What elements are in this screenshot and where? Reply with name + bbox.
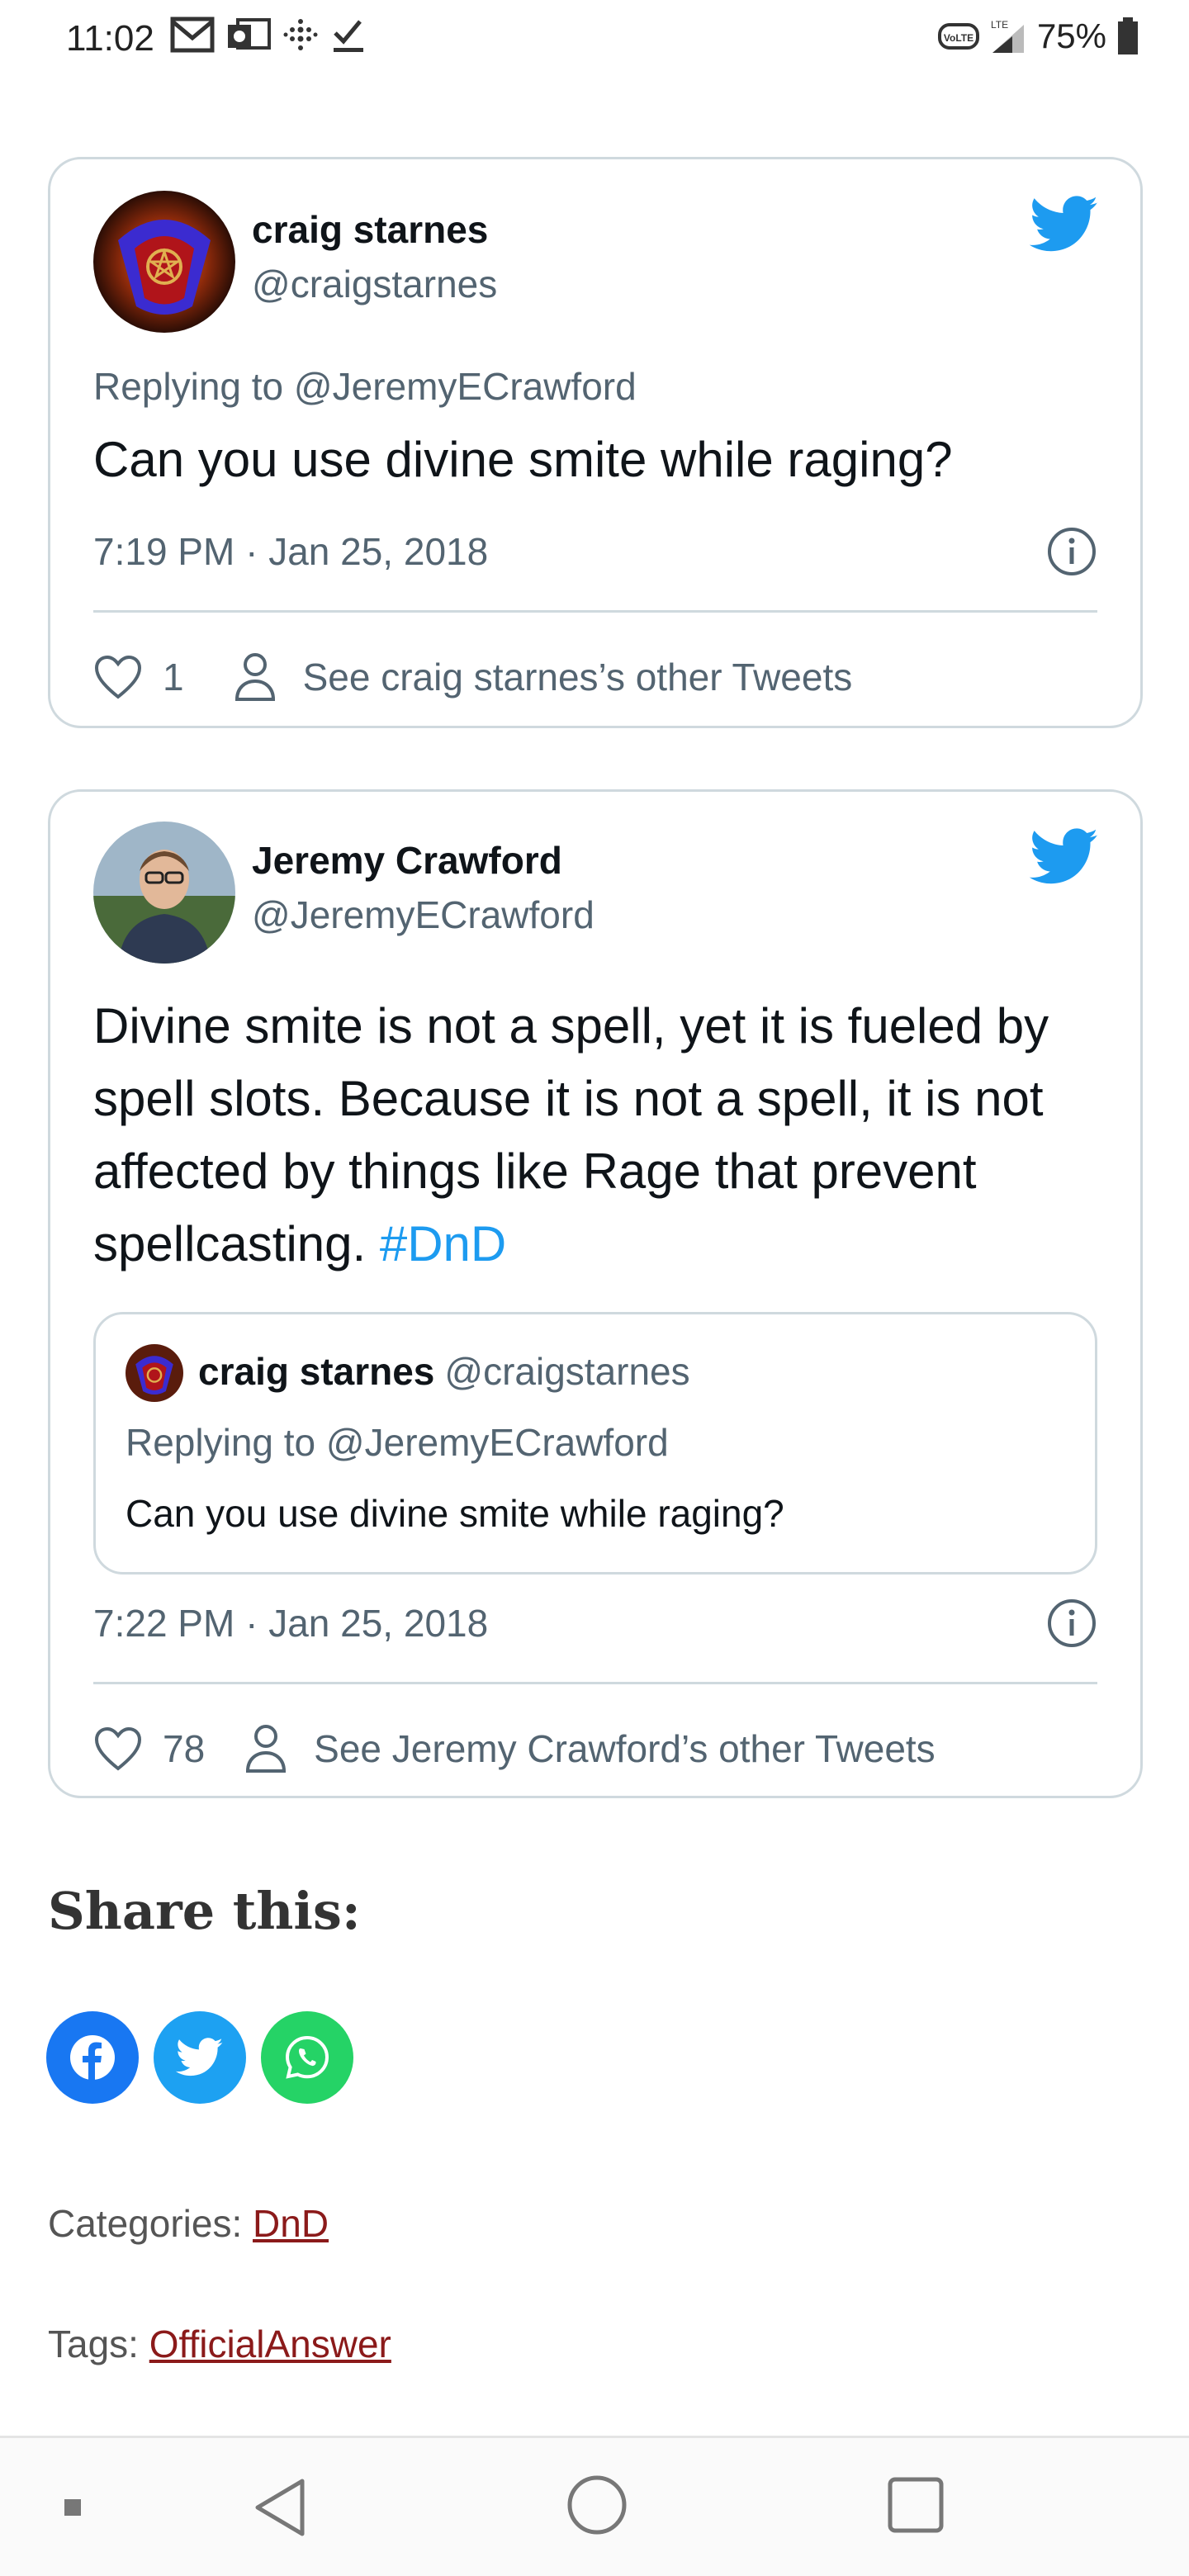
share-title: Share this:	[48, 1881, 361, 1941]
svg-text:VoLTE: VoLTE	[944, 32, 973, 44]
volte-icon: VoLTE	[937, 23, 979, 50]
quoted-avatar	[126, 1344, 183, 1402]
heart-icon[interactable]	[93, 654, 143, 700]
info-icon[interactable]	[1046, 1598, 1097, 1649]
heart-icon[interactable]	[93, 1726, 143, 1772]
hashtag-link[interactable]: #DnD	[380, 1216, 506, 1271]
category-link[interactable]: DnD	[253, 2202, 329, 2245]
gmail-icon	[170, 17, 215, 53]
recents-icon[interactable]	[887, 2476, 945, 2534]
navigation-bar	[0, 2438, 1189, 2576]
whatsapp-share-button[interactable]	[261, 2011, 353, 2104]
back-icon[interactable]	[248, 2474, 314, 2540]
tweet-card-craig[interactable]: craig starnes @craigstarnes Replying to …	[48, 157, 1143, 728]
menu-dot-icon[interactable]	[63, 2498, 83, 2517]
categories-label: Categories:	[48, 2202, 243, 2245]
tweet-author-handle[interactable]: @craigstarnes	[252, 262, 497, 306]
twitter-share-button[interactable]	[154, 2011, 246, 2104]
tweet-timestamp[interactable]: 7:19 PM · Jan 25, 2018	[93, 529, 488, 574]
system-icons: VoLTE LTE 75%	[937, 17, 1139, 56]
tweet-text-body: Divine smite is not a spell, yet it is f…	[93, 998, 1049, 1271]
quoted-author-handle: @craigstarnes	[444, 1350, 690, 1393]
person-icon[interactable]	[244, 1723, 287, 1774]
tweet-text: Can you use divine smite while raging?	[93, 432, 953, 487]
avatar[interactable]	[93, 822, 235, 964]
facebook-icon	[70, 2035, 115, 2081]
person-icon[interactable]	[234, 651, 277, 703]
twitter-icon	[176, 2038, 223, 2076]
facebook-share-button[interactable]	[46, 2011, 139, 2104]
svg-text:LTE: LTE	[991, 19, 1008, 31]
status-bar: 11:02 VoLTE LTE 75%	[0, 0, 1189, 79]
see-other-tweets-link[interactable]: See Jeremy Crawford’s other Tweets	[314, 1726, 936, 1771]
divider	[93, 1682, 1097, 1684]
see-other-tweets-link[interactable]: See craig starnes’s other Tweets	[303, 655, 853, 699]
checkmark-icon	[334, 20, 363, 52]
tweet-author-name[interactable]: Jeremy Crawford	[252, 838, 562, 883]
quoted-text: Can you use divine smite while raging?	[126, 1492, 784, 1535]
quoted-replying-to: Replying to @JeremyECrawford	[126, 1421, 669, 1464]
info-icon[interactable]	[1046, 526, 1097, 577]
twitter-bird-icon[interactable]	[1030, 196, 1099, 253]
tweet-timestamp[interactable]: 7:22 PM · Jan 25, 2018	[93, 1601, 488, 1646]
quoted-tweet[interactable]: craig starnes @craigstarnes Replying to @…	[93, 1312, 1097, 1574]
whatsapp-icon	[285, 2035, 329, 2079]
tags-label: Tags:	[48, 2323, 139, 2365]
quoted-author-name: craig starnes	[198, 1350, 435, 1393]
tweet-actions: 78 See Jeremy Crawford’s other Tweets	[93, 1720, 1107, 1778]
battery-icon	[1118, 17, 1138, 54]
replying-to[interactable]: Replying to @JeremyECrawford	[93, 364, 637, 409]
like-count[interactable]: 1	[163, 655, 184, 699]
notification-icons	[170, 17, 367, 53]
categories: Categories: DnD	[48, 2201, 329, 2246]
signal-icon: LTE	[991, 19, 1024, 53]
status-time: 11:02	[66, 18, 154, 59]
tweet-actions: 1 See craig starnes’s other Tweets	[93, 648, 1107, 706]
twitter-bird-icon[interactable]	[1030, 828, 1099, 886]
divider	[93, 610, 1097, 613]
tweet-card-jeremy[interactable]: Jeremy Crawford @JeremyECrawford Divine …	[48, 789, 1143, 1798]
tags: Tags: OfficialAnswer	[48, 2322, 391, 2366]
outlook-icon	[228, 18, 271, 50]
tweet-author-handle[interactable]: @JeremyECrawford	[252, 893, 594, 937]
tweet-text: Divine smite is not a spell, yet it is f…	[93, 990, 1097, 1281]
home-icon[interactable]	[566, 2474, 628, 2536]
tag-link[interactable]: OfficialAnswer	[149, 2323, 391, 2365]
quoted-author: craig starnes @craigstarnes	[198, 1349, 690, 1394]
battery-percent: 75%	[1036, 17, 1106, 55]
like-count[interactable]: 78	[163, 1726, 205, 1771]
tweet-author-name[interactable]: craig starnes	[252, 207, 488, 252]
fitbit-icon	[283, 19, 318, 50]
avatar[interactable]	[93, 191, 235, 333]
